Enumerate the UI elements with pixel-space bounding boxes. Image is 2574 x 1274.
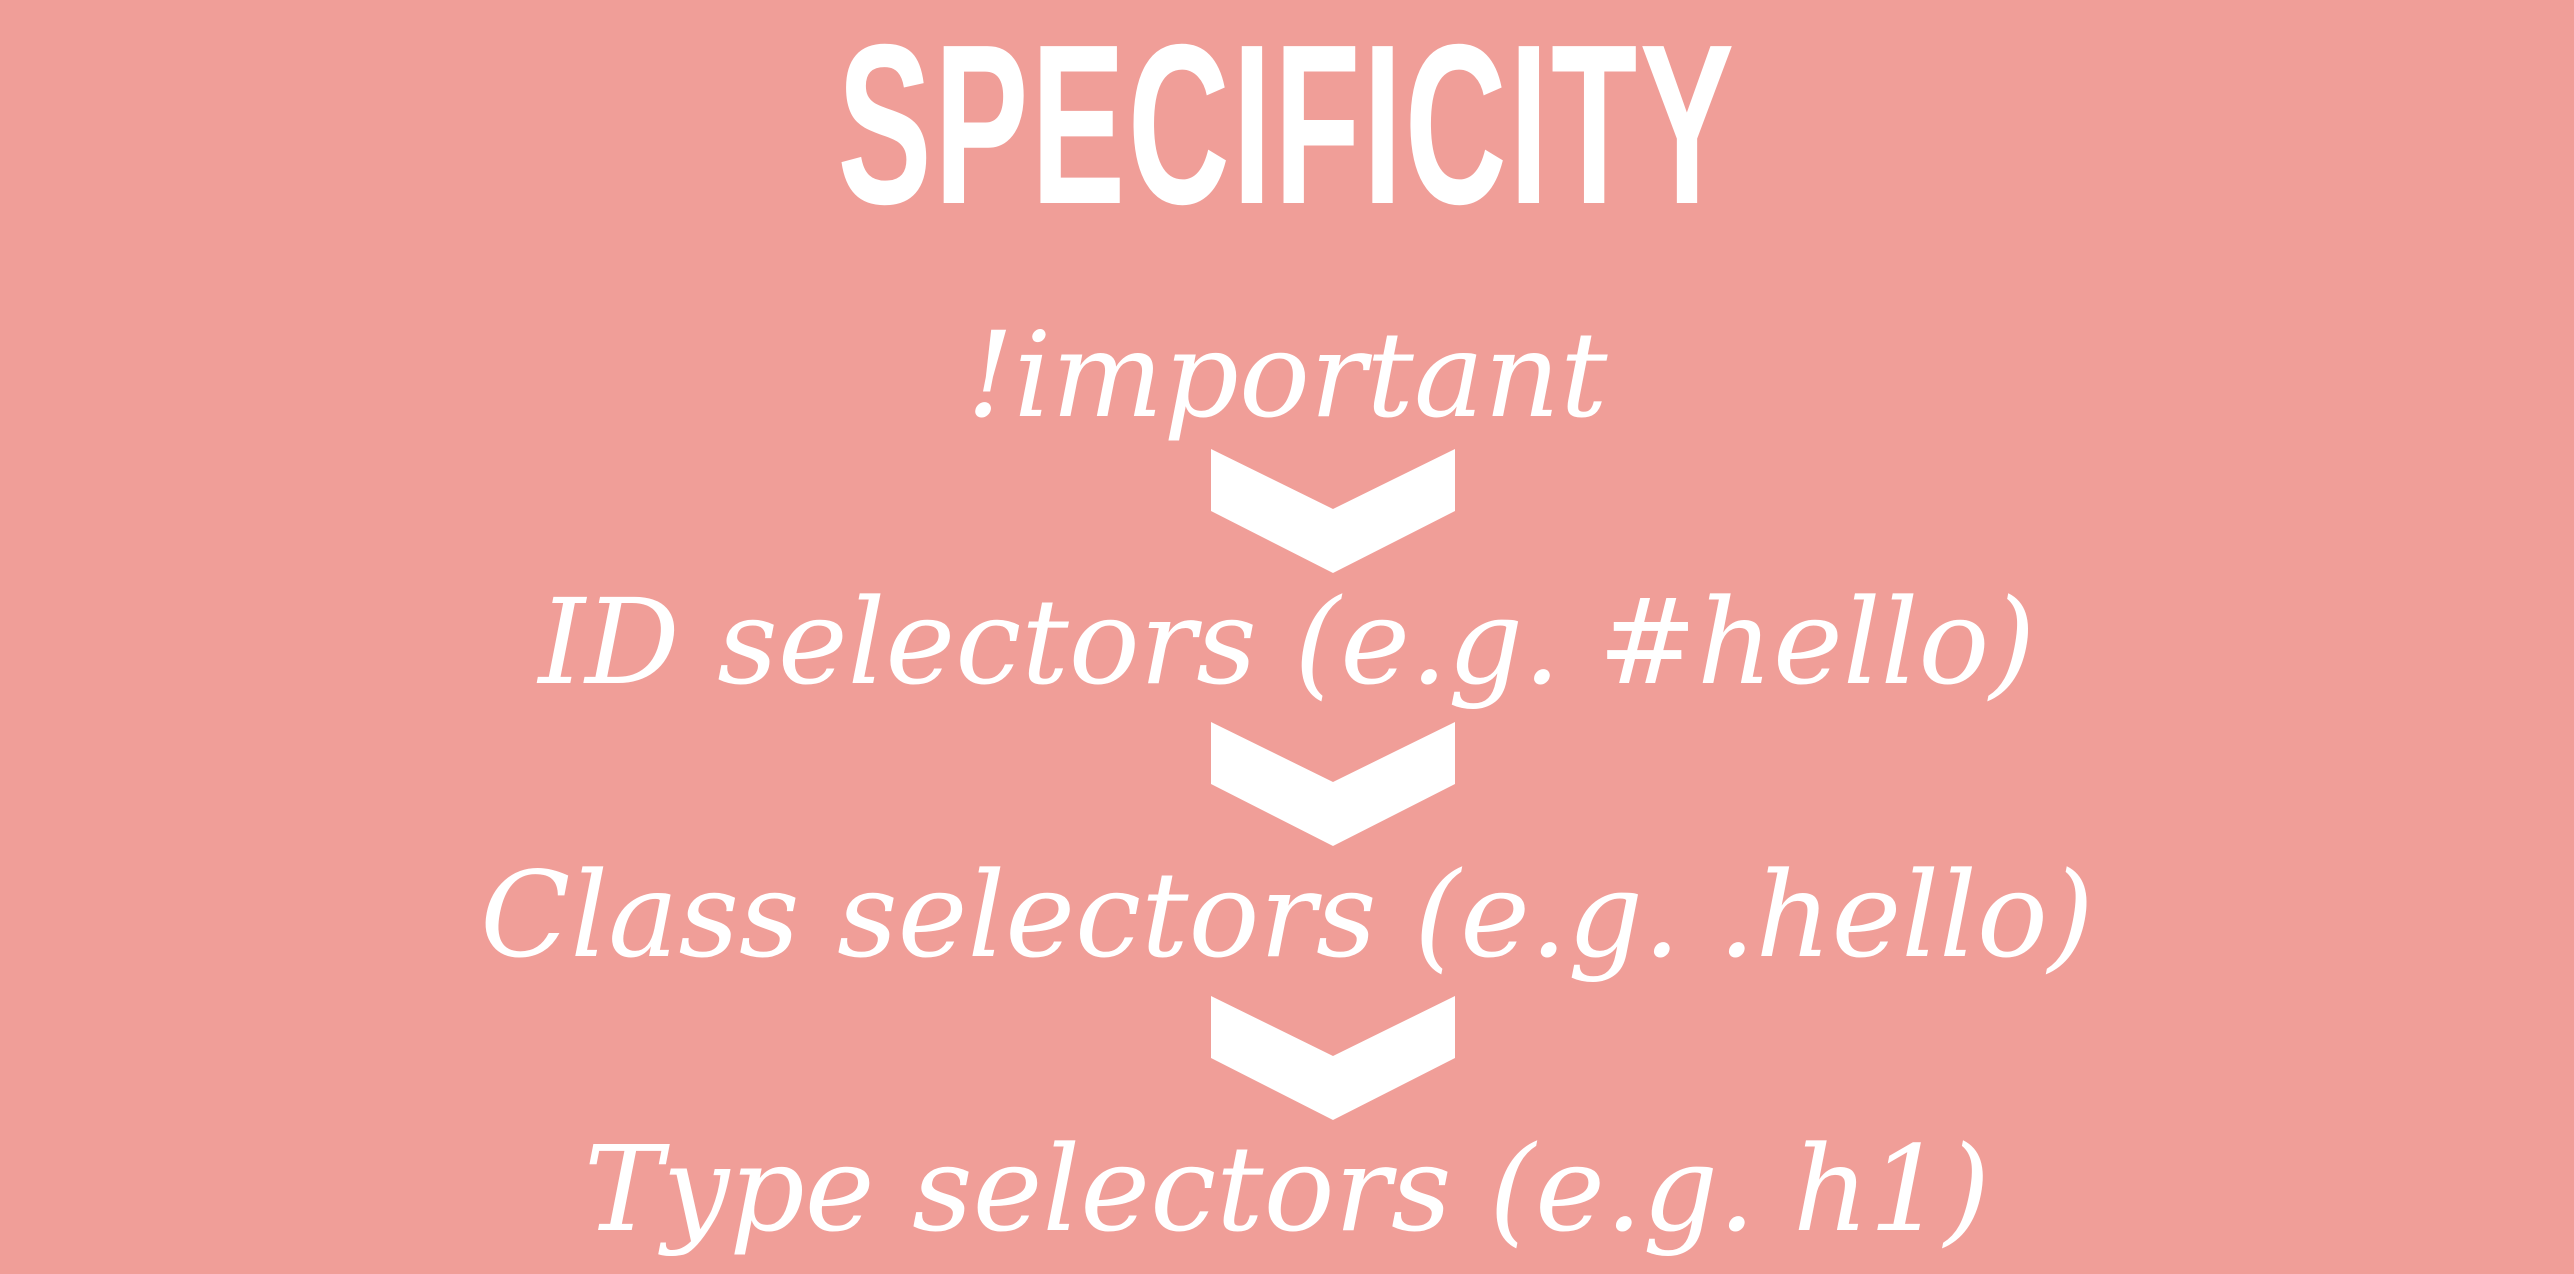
specificity-level-type-selectors: Type selectors (e.g. h1) (583, 1120, 1991, 1258)
slide-canvas: SPECIFICITY !important ID selectors (e.g… (0, 0, 2574, 1274)
specificity-level-important: !important (966, 306, 1608, 444)
chevron-down-icon (1211, 449, 1455, 573)
specificity-level-id-selectors: ID selectors (e.g. #hello) (538, 573, 2036, 711)
chevron-down-icon (1211, 722, 1455, 846)
specificity-level-class-selectors: Class selectors (e.g. .hello) (480, 846, 2094, 984)
slide-title: SPECIFICITY (837, 0, 1737, 252)
chevron-down-icon (1211, 996, 1455, 1120)
